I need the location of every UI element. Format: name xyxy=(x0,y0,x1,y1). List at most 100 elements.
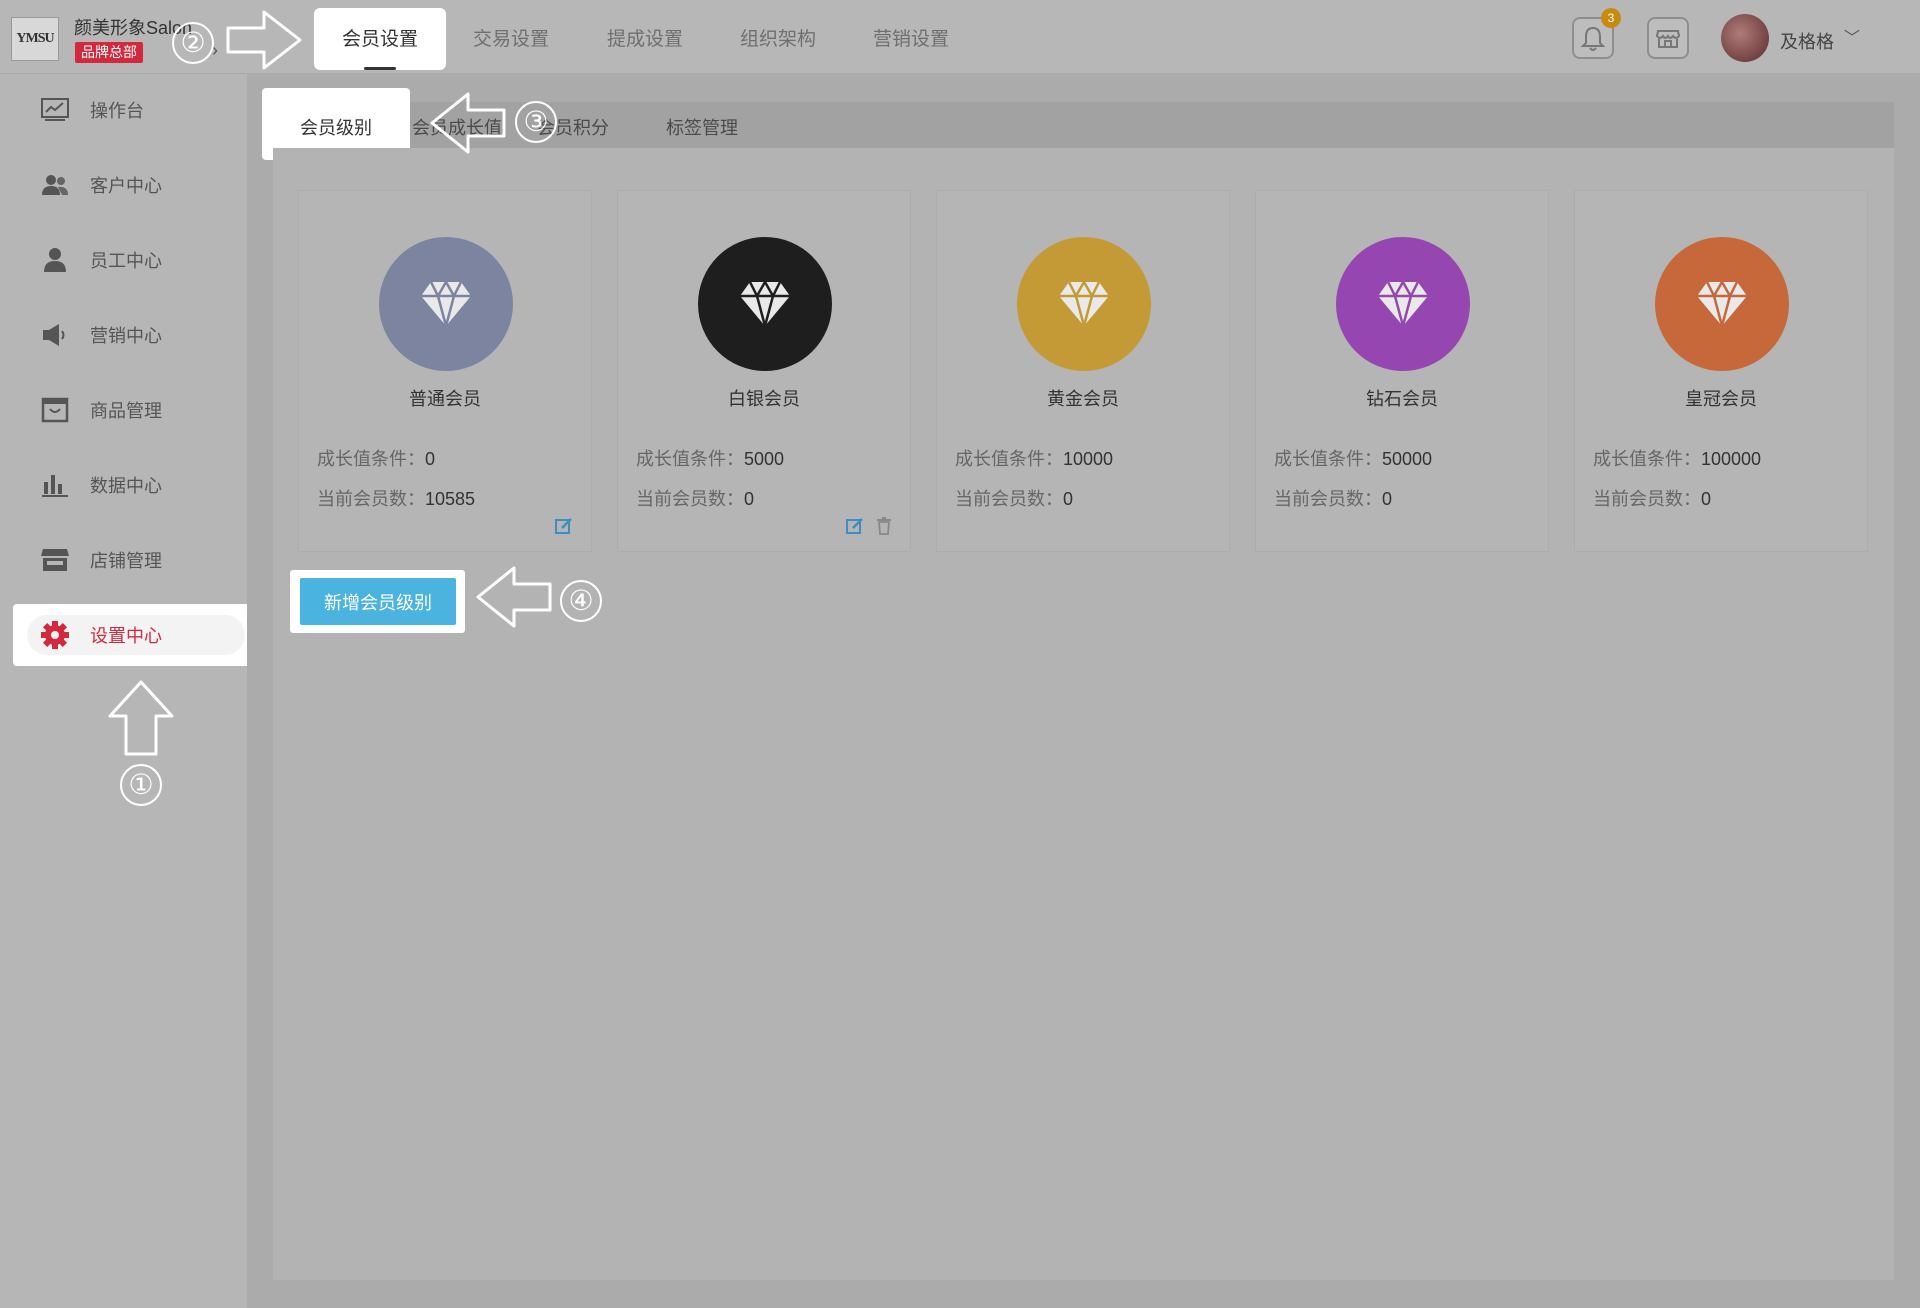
growth-label: 成长值条件： xyxy=(636,449,744,469)
top-nav-label: 会员设置 xyxy=(341,29,418,50)
sidebar-item-label: 店铺管理 xyxy=(90,551,162,571)
level-name: 黄金会员 xyxy=(1047,389,1119,409)
tab-marketing-settings[interactable]: 营销设置 xyxy=(873,24,949,51)
dashboard-icon xyxy=(38,95,72,125)
count-label: 当前会员数： xyxy=(955,489,1063,509)
member-level-card: 皇冠会员 成长值条件：100000 当前会员数：0 xyxy=(1574,190,1868,552)
count-value: 0 xyxy=(1701,489,1712,509)
step-number-2: ② xyxy=(172,22,214,64)
sidebar-item-data[interactable]: 数据中心 xyxy=(38,465,162,505)
count-value: 0 xyxy=(744,489,755,509)
growth-value: 0 xyxy=(425,449,436,469)
count-value: 0 xyxy=(1063,489,1074,509)
growth-condition: 成长值条件：10000 xyxy=(955,445,1113,471)
tab-organization[interactable]: 组织架构 xyxy=(740,24,816,51)
megaphone-icon xyxy=(38,320,72,350)
step-number-4: ④ xyxy=(560,580,602,622)
level-badge xyxy=(1017,237,1151,371)
bar-chart-icon xyxy=(38,470,72,500)
tab-commission-settings[interactable]: 提成设置 xyxy=(607,24,683,51)
count-value: 0 xyxy=(1382,489,1393,509)
add-member-level-button[interactable]: 新增会员级别 xyxy=(300,578,456,625)
growth-condition: 成长值条件：50000 xyxy=(1274,445,1432,471)
trash-icon[interactable] xyxy=(876,517,892,535)
growth-condition: 成长值条件：5000 xyxy=(636,445,784,471)
growth-label: 成长值条件： xyxy=(317,449,425,469)
count-value: 10585 xyxy=(425,489,476,509)
growth-value: 100000 xyxy=(1701,449,1762,469)
count-label: 当前会员数： xyxy=(1274,489,1382,509)
level-badge xyxy=(1336,237,1470,371)
tab-member-settings[interactable]: 会员设置 xyxy=(314,8,446,70)
shop-icon xyxy=(1655,30,1681,48)
notification-count-badge: 3 xyxy=(1601,8,1621,28)
username[interactable]: 及格格 xyxy=(1780,28,1834,54)
step-number-1: ① xyxy=(120,764,162,806)
tab-trade-settings[interactable]: 交易设置 xyxy=(473,24,549,51)
diamond-icon xyxy=(421,280,471,328)
tab-label: 会员级别 xyxy=(300,118,372,138)
sidebar-item-settings[interactable]: 设置中心 xyxy=(38,615,162,655)
box-icon xyxy=(38,395,72,425)
sidebar-item-label: 员工中心 xyxy=(90,251,162,271)
level-name: 白银会员 xyxy=(728,389,800,409)
arrow-left-icon xyxy=(430,92,506,154)
edit-icon[interactable] xyxy=(846,517,864,535)
sidebar-item-label: 设置中心 xyxy=(90,626,162,646)
sidebar-item-label: 客户中心 xyxy=(90,176,162,196)
growth-label: 成长值条件： xyxy=(1274,449,1382,469)
count-label: 当前会员数： xyxy=(636,489,744,509)
count-label: 当前会员数： xyxy=(317,489,425,509)
tab-tag-management[interactable]: 标签管理 xyxy=(666,114,738,140)
level-badge xyxy=(379,237,513,371)
member-count: 当前会员数：10585 xyxy=(317,485,475,511)
member-level-card: 钻石会员 成长值条件：50000 当前会员数：0 xyxy=(1255,190,1549,552)
member-count: 当前会员数：0 xyxy=(955,485,1073,511)
staff-icon xyxy=(38,245,72,275)
growth-value: 5000 xyxy=(744,449,785,469)
member-count: 当前会员数：0 xyxy=(1593,485,1711,511)
sidebar-item-label: 操作台 xyxy=(90,101,144,121)
level-name: 钻石会员 xyxy=(1366,389,1438,409)
growth-label: 成长值条件： xyxy=(955,449,1063,469)
arrow-left-icon xyxy=(476,566,552,628)
sidebar-item-products[interactable]: 商品管理 xyxy=(38,390,162,430)
diamond-icon xyxy=(1697,280,1747,328)
brand-logo: YMSU xyxy=(11,17,59,61)
store-icon xyxy=(38,545,72,575)
arrow-right-icon xyxy=(226,10,302,70)
level-name: 皇冠会员 xyxy=(1685,389,1757,409)
growth-condition: 成长值条件：0 xyxy=(317,445,435,471)
member-level-card: 白银会员 成长值条件：5000 当前会员数：0 xyxy=(617,190,911,552)
avatar[interactable] xyxy=(1721,14,1769,62)
active-underline xyxy=(364,67,396,70)
growth-condition: 成长值条件：100000 xyxy=(1593,445,1761,471)
growth-value: 10000 xyxy=(1063,449,1114,469)
sidebar-item-label: 数据中心 xyxy=(90,476,162,496)
growth-value: 50000 xyxy=(1382,449,1433,469)
sidebar-item-label: 商品管理 xyxy=(90,401,162,421)
sidebar-item-staff[interactable]: 员工中心 xyxy=(38,240,162,280)
member-level-card: 黄金会员 成长值条件：10000 当前会员数：0 xyxy=(936,190,1230,552)
member-count: 当前会员数：0 xyxy=(1274,485,1392,511)
level-badge xyxy=(698,237,832,371)
customers-icon xyxy=(38,170,72,200)
sidebar-item-stores[interactable]: 店铺管理 xyxy=(38,540,162,580)
edit-icon[interactable] xyxy=(555,517,573,535)
chevron-down-icon[interactable]: ﹀ xyxy=(1844,24,1860,48)
sidebar-item-label: 营销中心 xyxy=(90,326,162,346)
member-level-card: 普通会员 成长值条件：0 当前会员数：10585 xyxy=(298,190,592,552)
sidebar-item-marketing[interactable]: 营销中心 xyxy=(38,315,162,355)
level-badge xyxy=(1655,237,1789,371)
sidebar-item-customers[interactable]: 客户中心 xyxy=(38,165,162,205)
gear-icon xyxy=(38,620,72,650)
level-name: 普通会员 xyxy=(409,389,481,409)
diamond-icon xyxy=(740,280,790,328)
step-number-3: ③ xyxy=(515,101,557,143)
count-label: 当前会员数： xyxy=(1593,489,1701,509)
member-count: 当前会员数：0 xyxy=(636,485,754,511)
diamond-icon xyxy=(1059,280,1109,328)
store-switch-button[interactable] xyxy=(1647,17,1689,59)
growth-label: 成长值条件： xyxy=(1593,449,1701,469)
sidebar-item-dashboard[interactable]: 操作台 xyxy=(38,90,144,130)
